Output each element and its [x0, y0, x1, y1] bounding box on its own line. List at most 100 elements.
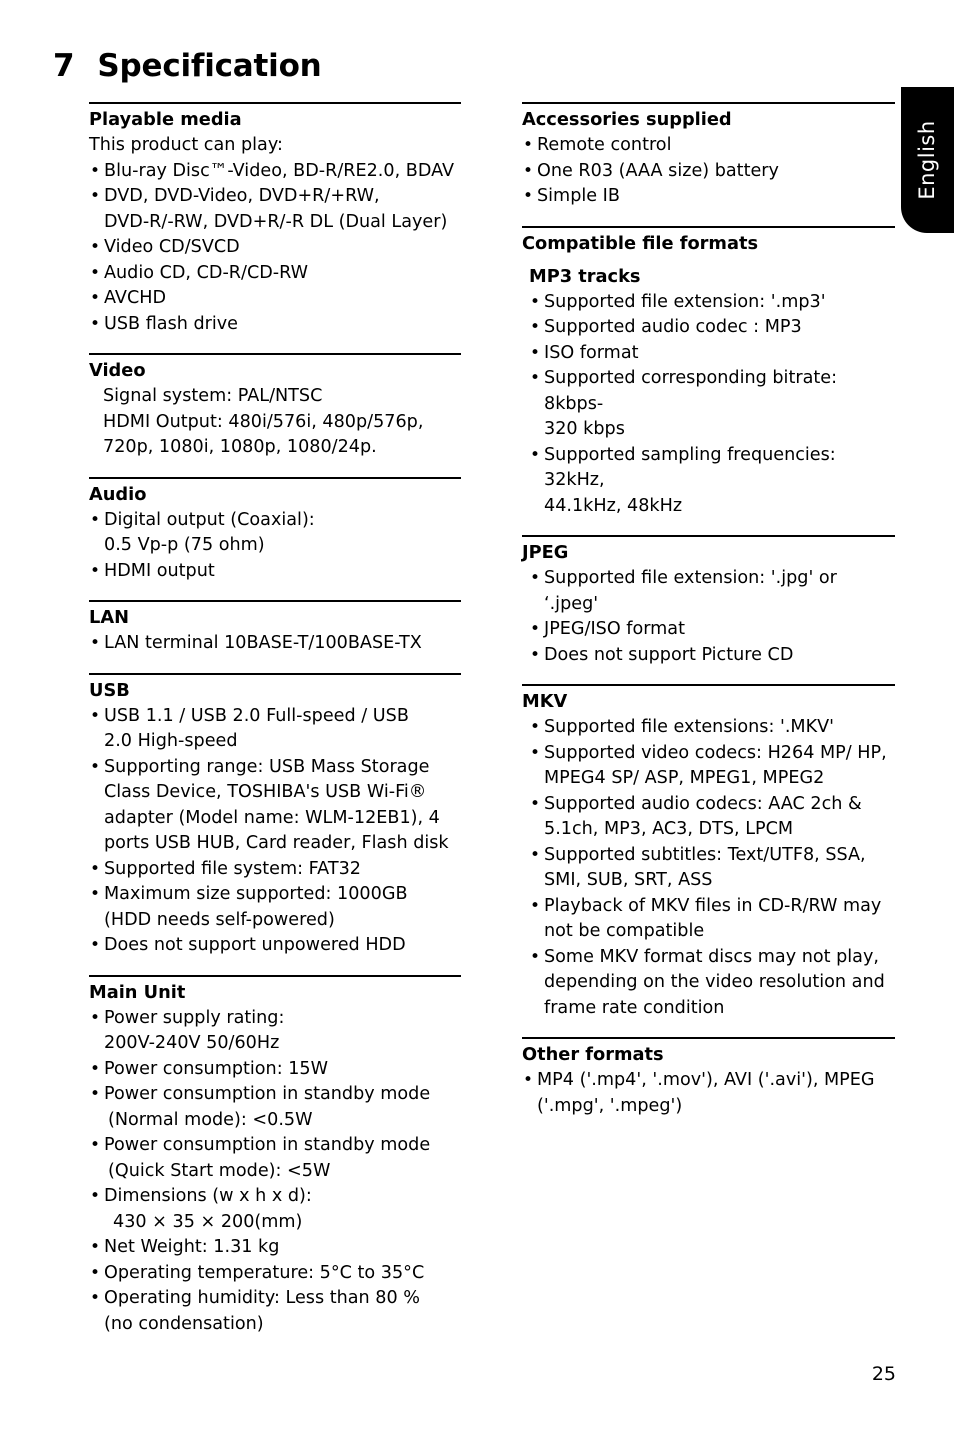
section-divider: [522, 684, 895, 686]
list-item-line: 320 kbps: [544, 419, 625, 439]
list-item-line: DVD-R/-RW, DVD+R/-R DL (Dual Layer): [104, 211, 448, 232]
accessories-list: Remote control One R03 (AAA size) batter…: [522, 133, 895, 210]
list-item: LAN terminal 10BASE-T/100BASE-TX: [89, 631, 461, 657]
list-item-line: Power consumption: 15W: [104, 1058, 329, 1079]
list-item-line: Supported audio codec : MP3: [544, 317, 802, 337]
list-item-line: Supported sampling frequencies: 32kHz,: [544, 444, 836, 491]
list-item-line: Operating humidity: Less than 80 %: [104, 1288, 420, 1308]
list-item: USB 1.1 / USB 2.0 Full-speed / USB 2.0 Hi…: [89, 704, 461, 755]
section-heading: Audio: [89, 483, 147, 505]
list-item-line: SMI, SUB, SRT, ASS: [544, 870, 713, 890]
list-item: Supported file extension: '.jpg' or ‘.jp…: [529, 566, 895, 617]
list-item-line: frame rate condition: [544, 997, 725, 1018]
list-item-line: 2.0 High-speed: [104, 731, 238, 751]
list-item: Operating humidity: Less than 80 % (no co…: [89, 1286, 461, 1337]
section-lan: LAN LAN terminal 10BASE-T/100BASE-TX: [89, 600, 461, 657]
list-item: AVCHD: [89, 286, 461, 312]
right-column: Accessories supplied Remote control One …: [522, 102, 895, 1119]
section-heading: Accessories supplied: [522, 109, 732, 130]
left-column: Playable media This product can play: Bl…: [89, 102, 461, 1337]
section-usb: USB USB 1.1 / USB 2.0 Full-speed / USB 2.…: [89, 672, 461, 959]
list-item-line: Simple IB: [537, 186, 620, 206]
list-item: Power supply rating: 200V-240V 50/60Hz: [89, 1006, 461, 1057]
section-jpeg: JPEG Supported file extension: '.jpg' or…: [522, 535, 895, 668]
list-item-line: Supporting range: USB Mass Storage: [104, 756, 430, 777]
section-divider: [89, 974, 461, 977]
list-item: Supported sampling frequencies: 32kHz, 44…: [529, 443, 895, 520]
section-mkv: MKV Supported file extensions: '.MKV' Su…: [522, 684, 895, 1021]
section-accessories-supplied: Accessories supplied Remote control One …: [522, 102, 895, 210]
section-divider: [89, 600, 461, 602]
list-item-line: Operating temperature: 5°C to 35°C: [104, 1262, 425, 1283]
section-heading: USB: [89, 679, 130, 701]
list-item-line: Dimensions (w x h x d):: [104, 1186, 312, 1206]
list-item: Simple IB: [522, 184, 895, 210]
list-item: Supporting range: USB Mass Storage Class …: [89, 755, 461, 857]
specification-page: English 7 Specification Playable media T…: [0, 0, 954, 1432]
list-item: Remote control: [522, 133, 895, 159]
language-tab-label: English: [915, 120, 939, 200]
list-item-line: Video CD/SVCD: [104, 237, 240, 257]
list-item-line: Class Device, TOSHIBA's USB Wi-Fi®: [104, 782, 427, 802]
other-formats-list: MP4 ('.mp4', '.mov'), AVI ('.avi'), MPEG…: [522, 1068, 895, 1119]
list-item-line: ports USB HUB, Card reader, Flash disk: [104, 833, 449, 853]
list-item-line: Supported video codecs: H264 MP/ HP,: [544, 742, 887, 763]
list-item-line: Supported file extensions: '.MKV': [544, 717, 834, 737]
list-item-line: adapter (Model name: WLM-12EB1), 4: [104, 807, 440, 828]
page-title: 7 Specification: [53, 48, 322, 84]
list-item: Supported corresponding bitrate: 8kbps- 3…: [529, 366, 895, 443]
video-line: 720p, 1080i, 1080p, 1080/24p.: [103, 437, 377, 457]
playable-media-list: Blu-ray Disc™-Video, BD-R/RE2.0, BDAV DV…: [89, 159, 461, 338]
list-item: Supported file extension: '.mp3': [529, 290, 895, 316]
list-item-line: USB flash drive: [104, 313, 239, 334]
section-heading: Playable media: [89, 109, 242, 130]
mkv-list: Supported file extensions: '.MKV' Suppor…: [522, 715, 895, 1021]
section-divider: [522, 1037, 895, 1039]
section-heading: JPEG: [522, 542, 569, 563]
list-item-line: Playback of MKV files in CD-R/RW may: [544, 895, 882, 916]
list-item-line: Digital output (Coaxial):: [104, 509, 315, 530]
list-item: Digital output (Coaxial): 0.5 Vp-p (75 oh…: [89, 508, 461, 559]
list-item: Supported subtitles: Text/UTF8, SSA, SMI,…: [529, 843, 895, 894]
list-item: MP4 ('.mp4', '.mov'), AVI ('.avi'), MPEG…: [522, 1068, 895, 1119]
list-item: USB flash drive: [89, 312, 461, 338]
section-playable-media: Playable media This product can play: Bl…: [89, 102, 461, 337]
section-divider: [89, 672, 461, 675]
list-item-line: Supported corresponding bitrate: 8kbps-: [544, 368, 838, 414]
list-item-line: MPEG4 SP/ ASP, MPEG1, MPEG2: [544, 768, 825, 788]
chapter-number: 7: [53, 48, 75, 84]
list-item: DVD, DVD-Video, DVD+R/+RW, DVD-R/-RW, DVD…: [89, 184, 461, 235]
list-item: Operating temperature: 5°C to 35°C: [89, 1261, 461, 1287]
section-heading: Video: [89, 360, 146, 381]
page-number: 25: [871, 1363, 896, 1385]
jpeg-list: Supported file extension: '.jpg' or ‘.jp…: [522, 566, 895, 668]
list-item-line: ISO format: [544, 342, 639, 363]
list-item-line: not be compatible: [544, 921, 705, 941]
section-divider: [89, 102, 461, 104]
section-heading: Compatible file formats: [522, 232, 759, 254]
section-heading: LAN: [89, 607, 129, 628]
list-item-line: 5.1ch, MP3, AC3, DTS, LPCM: [544, 819, 794, 839]
list-item-line: 430 × 35 × 200(mm): [113, 1211, 303, 1232]
section-divider: [89, 476, 461, 479]
list-item-line: Supported file extension: '.jpg' or ‘.jp…: [544, 568, 837, 614]
list-item: Dimensions (w x h x d): 430 × 35 × 200(mm…: [89, 1184, 461, 1235]
list-item-line: Maximum size supported: 1000GB: [104, 884, 408, 904]
list-item: Some MKV format discs may not play, depen…: [529, 945, 895, 1022]
list-item: Power consumption: 15W: [89, 1057, 461, 1083]
list-item-line: DVD, DVD-Video, DVD+R/+RW,: [104, 186, 380, 206]
list-item-line: MP4 ('.mp4', '.mov'), AVI ('.avi'), MPEG: [537, 1070, 875, 1090]
list-item-line: Supported file extension: '.mp3': [544, 291, 826, 312]
section-heading: Other formats: [522, 1044, 664, 1065]
list-item-line: depending on the video resolution and: [544, 972, 885, 992]
list-item-line: Supported audio codecs: AAC 2ch &: [544, 793, 862, 814]
list-item-line: HDMI output: [104, 560, 215, 581]
playable-media-intro: This product can play:: [89, 135, 283, 155]
list-item-line: Net Weight: 1.31 kg: [104, 1237, 280, 1257]
list-item: JPEG/ISO format: [529, 617, 895, 643]
language-tab: English: [901, 87, 954, 233]
list-item-line: Some MKV format discs may not play,: [544, 946, 879, 967]
video-line: HDMI Output: 480i/576i, 480p/576p,: [103, 411, 424, 432]
list-item: Playback of MKV files in CD-R/RW may not …: [529, 894, 895, 945]
list-item-line: Supported subtitles: Text/UTF8, SSA,: [544, 844, 866, 865]
